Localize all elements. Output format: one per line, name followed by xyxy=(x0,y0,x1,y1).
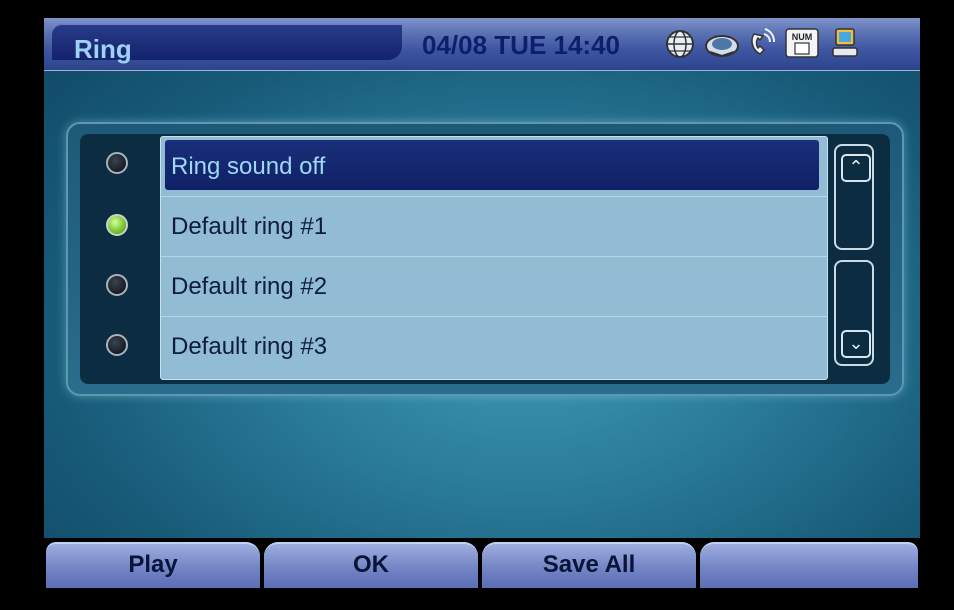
list-item-label: Default ring #2 xyxy=(171,273,328,300)
list-item-default-ring-2[interactable]: Default ring #2 xyxy=(161,257,827,317)
num-lock-icon: NUM xyxy=(785,28,819,58)
list-item-label: Default ring #3 xyxy=(171,333,328,360)
phone-screen: Ring 04/08 TUE 14:40 NUM Ring sound off … xyxy=(44,18,920,588)
status-icons: NUM xyxy=(660,26,916,62)
title-tab: Ring xyxy=(52,24,402,64)
play-softkey[interactable]: Play xyxy=(46,542,260,588)
page-title: Ring xyxy=(74,34,132,64)
satellite-dish-icon xyxy=(705,35,739,58)
radio-default-ring-2[interactable] xyxy=(106,274,128,296)
list-item-default-ring-1[interactable]: Default ring #1 xyxy=(161,197,827,257)
list-item-default-ring-3[interactable]: Default ring #3 xyxy=(161,317,827,377)
chevron-up-icon: ⌃ xyxy=(841,154,871,182)
scroll-up-button[interactable]: ⌃ xyxy=(834,144,874,250)
list-item-ring-sound-off[interactable]: Ring sound off xyxy=(161,137,827,197)
network-monitor-icon xyxy=(832,28,858,57)
list-item-label: Default ring #1 xyxy=(171,213,328,240)
softkey-bar: Play OK Save All xyxy=(44,538,920,588)
num-lock-label: NUM xyxy=(792,32,813,42)
empty-softkey[interactable] xyxy=(700,542,918,588)
phone-ring-icon xyxy=(751,28,775,55)
radio-default-ring-3[interactable] xyxy=(106,334,128,356)
scroll-down-button[interactable]: ⌄ xyxy=(834,260,874,366)
chevron-down-icon: ⌄ xyxy=(841,330,871,358)
radio-ring-sound-off[interactable] xyxy=(106,152,128,174)
ok-softkey[interactable]: OK xyxy=(264,542,478,588)
save-all-softkey[interactable]: Save All xyxy=(482,542,696,588)
radio-default-ring-1[interactable] xyxy=(106,214,128,236)
ring-list: Ring sound off Default ring #1 Default r… xyxy=(160,136,828,380)
title-bar: Ring 04/08 TUE 14:40 NUM xyxy=(44,18,920,71)
list-item-label: Ring sound off xyxy=(171,153,326,180)
date-time: 04/08 TUE 14:40 xyxy=(422,30,621,60)
globe-icon xyxy=(666,30,694,58)
